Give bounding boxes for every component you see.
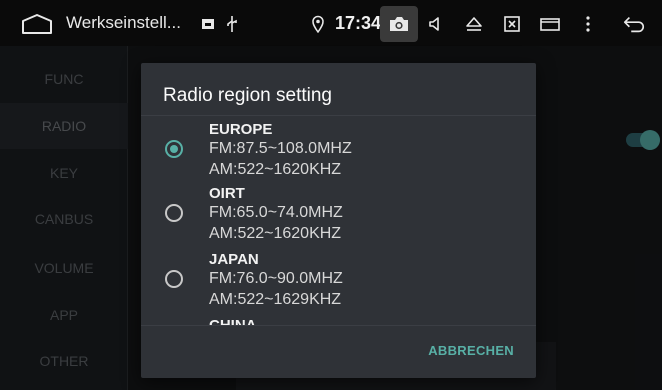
close-window-icon[interactable] [500,12,524,36]
fm-range: FM:87.5~108.0MHZ [209,140,352,157]
more-icon[interactable] [576,12,600,36]
radio-region-dialog: Radio region setting EUROPE FM:87.5~108.… [141,63,536,378]
fm-range: FM:76.0~90.0MHZ [209,270,343,287]
region-name: JAPAN [209,251,259,268]
cancel-button[interactable]: ABBRECHEN [428,343,514,358]
window-title: Werkseinstell... [66,13,181,32]
region-option-japan[interactable]: JAPAN FM:76.0~90.0MHZ AM:522~1629KHZ [141,249,536,315]
usb-icon [220,12,244,36]
region-name: EUROPE [209,121,273,138]
region-option-oirt[interactable]: OIRT FM:65.0~74.0MHZ AM:522~1620KHZ [141,183,536,249]
am-range: AM:522~1620KHZ [209,225,342,242]
region-option-europe[interactable]: EUROPE FM:87.5~108.0MHZ AM:522~1620KHZ [141,116,536,182]
am-range: AM:522~1629KHZ [209,291,342,308]
dialog-divider [141,325,536,326]
status-bar: Werkseinstell... 17:34 [0,0,662,46]
region-option-china[interactable]: CHINA [141,315,536,325]
back-icon[interactable] [622,12,646,36]
dialog-title: Radio region setting [163,85,332,106]
volume-icon[interactable] [424,12,448,36]
region-name: OIRT [209,185,245,202]
radio-button-checked[interactable] [165,140,183,158]
camera-icon[interactable] [387,12,411,36]
radio-button[interactable] [165,204,183,222]
clock: 17:34 [335,13,382,33]
media-icon [196,12,220,36]
am-range: AM:522~1620KHZ [209,161,342,178]
region-list[interactable]: EUROPE FM:87.5~108.0MHZ AM:522~1620KHZ O… [141,115,536,325]
radio-button[interactable] [165,270,183,288]
window-icon[interactable] [538,12,562,36]
fm-range: FM:65.0~74.0MHZ [209,204,343,221]
location-icon [306,12,330,36]
home-icon[interactable] [20,13,54,35]
region-name: CHINA [209,317,257,325]
eject-icon[interactable] [462,12,486,36]
